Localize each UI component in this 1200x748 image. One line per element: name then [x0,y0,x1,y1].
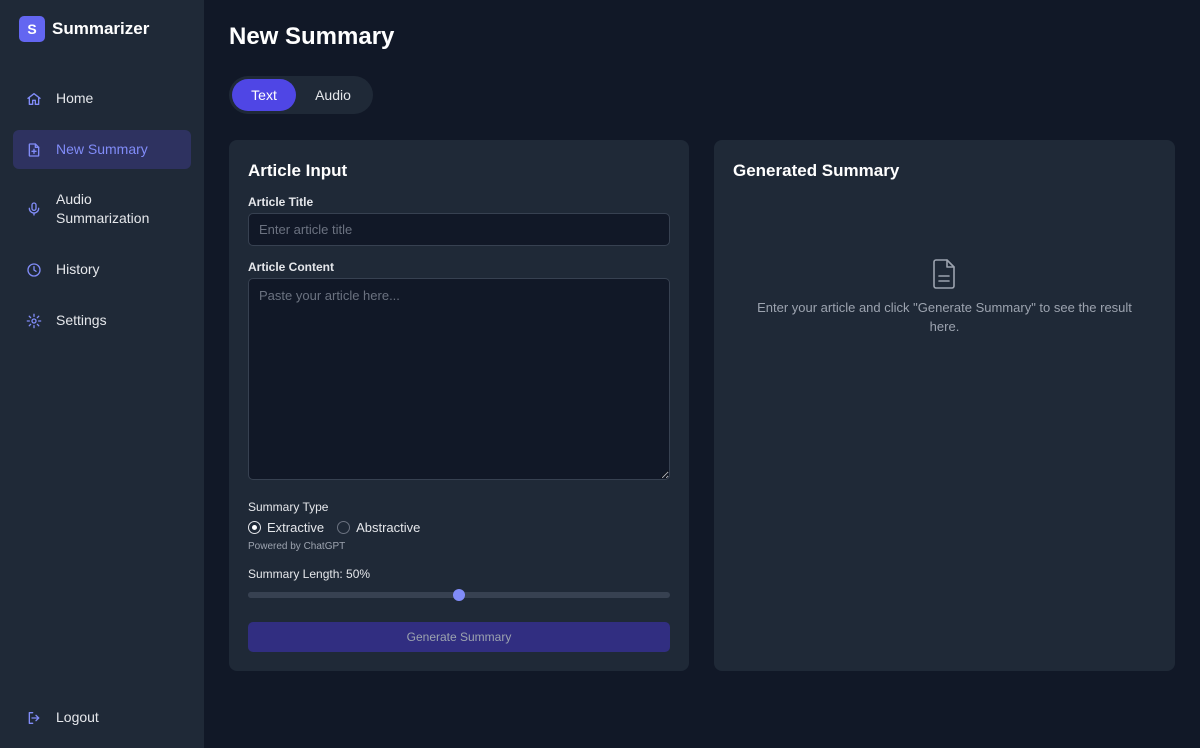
slider-fill [248,592,459,598]
summary-length-label: Summary Length: 50% [248,567,371,581]
document-icon [930,258,958,290]
sidebar-item-label: History [56,261,100,277]
generate-summary-button[interactable]: Generate Summary [248,622,670,652]
generated-summary-card: Generated Summary Enter your article and… [714,140,1175,671]
generated-summary-title: Generated Summary [733,161,900,180]
home-icon [26,91,42,107]
extractive-radio[interactable] [248,521,261,534]
sidebar-item-label: Home [56,90,94,106]
sidebar-item-label: Settings [56,312,107,328]
microphone-icon [26,201,42,217]
empty-state-text: Enter your article and click "Generate S… [757,300,1132,334]
tab-text[interactable]: Text [232,79,296,111]
sidebar-item-home[interactable]: Home [13,79,191,118]
page-title: New Summary [229,23,395,50]
brand-logo-icon: S [19,16,45,42]
extractive-label[interactable]: Extractive [267,520,324,535]
file-plus-icon [26,142,42,158]
sidebar-item-new-summary[interactable]: New Summary [13,130,191,169]
mode-tabs: Text Audio [229,76,373,114]
article-content-textarea[interactable] [248,278,670,480]
sidebar-item-audio-summarization[interactable]: Audio Summarization [13,183,191,235]
logout-icon [26,710,42,726]
article-content-label: Article Content [248,260,335,274]
sidebar-item-label: Audio Summarization [56,191,150,226]
clock-icon [26,262,42,278]
gear-icon [26,313,42,329]
abstractive-label[interactable]: Abstractive [356,520,420,535]
slider-thumb[interactable] [453,589,465,601]
brand-name: Summarizer [52,19,150,38]
article-input-card: Article Input Article Title Article Cont… [229,140,689,671]
sidebar-item-label: New Summary [56,141,148,157]
summary-type-options: Extractive Abstractive [248,520,433,535]
logout-button[interactable]: Logout [13,698,191,737]
summary-type-label: Summary Type [248,500,329,514]
article-title-label: Article Title [248,195,314,209]
sidebar-item-settings[interactable]: Settings [13,301,191,340]
brand[interactable]: S Summarizer [19,16,149,42]
summary-length-slider[interactable] [248,589,670,601]
tab-audio[interactable]: Audio [296,79,370,111]
article-title-input[interactable] [248,213,670,246]
powered-by-note: Powered by ChatGPT [248,541,346,552]
sidebar: S Summarizer Home New Summary Audio Summ… [0,0,204,748]
abstractive-radio[interactable] [337,521,351,534]
logout-label: Logout [56,709,99,725]
article-input-title: Article Input [248,161,348,180]
sidebar-item-history[interactable]: History [13,250,191,289]
